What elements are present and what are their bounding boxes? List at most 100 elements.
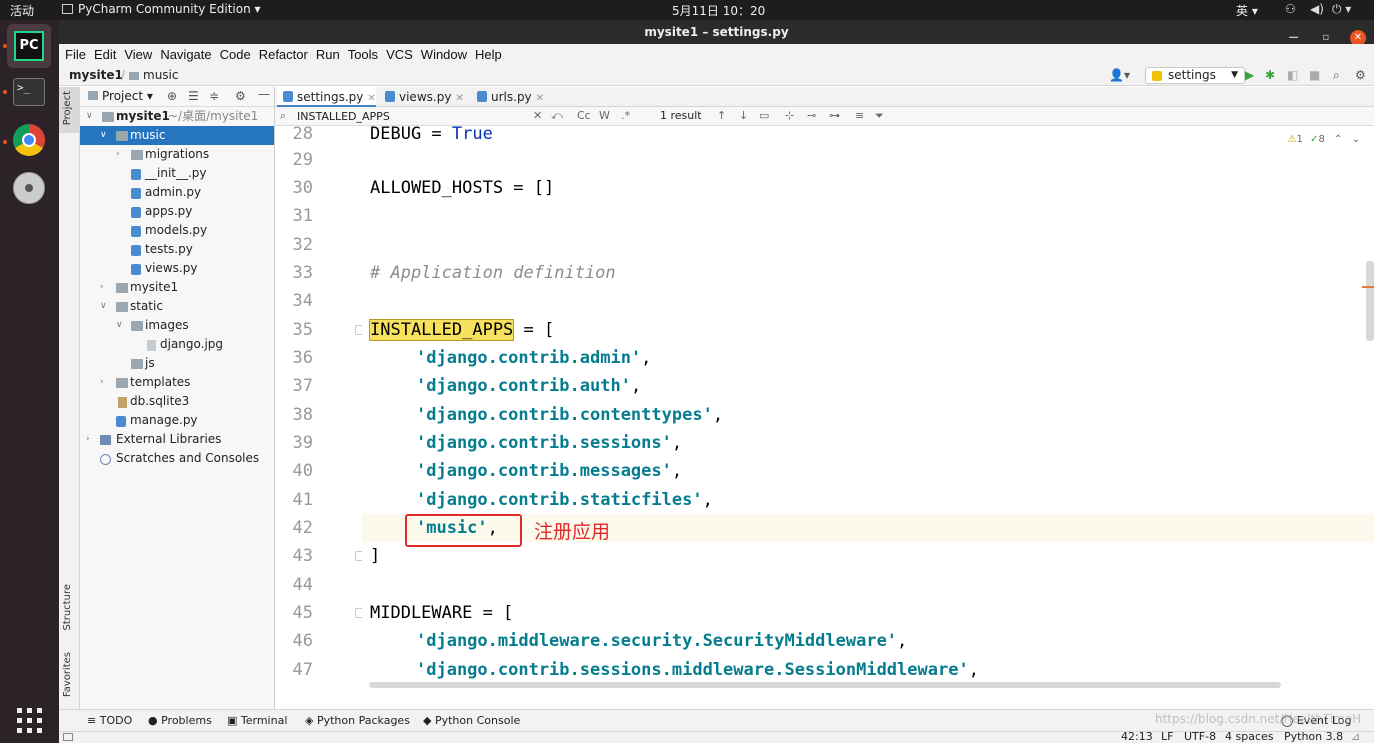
indent-setting[interactable]: 4 spaces <box>1225 730 1274 743</box>
stop-icon[interactable]: ■ <box>1309 68 1320 82</box>
menu-navigate[interactable]: Navigate <box>156 44 215 65</box>
close-tab-icon[interactable]: ✕ <box>367 93 375 104</box>
filter-icon[interactable]: ⏷ <box>875 109 884 123</box>
file-encoding[interactable]: UTF-8 <box>1184 730 1216 743</box>
menu-edit[interactable]: Edit <box>90 44 120 65</box>
tree-item-migrations[interactable]: › migrations <box>80 145 274 164</box>
chevron-down-icon[interactable]: ⌄ <box>1352 134 1360 145</box>
structure-tool-tab[interactable]: Structure <box>62 584 73 631</box>
terminal-dock-icon[interactable]: >_ <box>7 70 51 114</box>
problems-tool-tab[interactable]: ● Problems <box>148 714 212 727</box>
tree-item-tests[interactable]: tests.py <box>80 240 274 259</box>
match-case-toggle[interactable]: Cc <box>577 109 591 122</box>
menu-refactor[interactable]: Refactor <box>255 44 312 65</box>
expand-all-icon[interactable]: ☰ <box>188 89 199 103</box>
toggle-tool-windows-icon[interactable] <box>63 733 73 741</box>
line-separator[interactable]: LF <box>1161 730 1173 743</box>
code-editor[interactable]: DEBUG = True ALLOWED_HOSTS = [] # Applic… <box>362 126 1374 688</box>
folder-icon <box>131 359 143 369</box>
tree-item-js[interactable]: js <box>80 354 274 373</box>
close-tab-icon[interactable]: ✕ <box>455 93 463 104</box>
tree-item-mysite1-pkg[interactable]: › mysite1 <box>80 278 274 297</box>
tree-item-music[interactable]: ∨ music <box>80 126 274 145</box>
input-method[interactable]: 英 ▾ <box>1236 2 1258 19</box>
menu-window[interactable]: Window <box>417 44 471 65</box>
menu-file[interactable]: File <box>61 44 90 65</box>
add-occurrence-icon[interactable]: ⊹ <box>785 109 794 122</box>
tree-item-views[interactable]: views.py <box>80 259 274 278</box>
tab-urls-py[interactable]: urls.py ✕ <box>471 87 551 107</box>
favorites-tool-tab[interactable]: Favorites <box>62 652 73 697</box>
hide-panel-icon[interactable]: — <box>258 87 270 101</box>
volume-icon[interactable]: ◀) <box>1310 2 1324 16</box>
select-all-occurrences-icon[interactable]: ▭ <box>759 109 769 122</box>
tree-item-admin[interactable]: admin.py <box>80 183 274 202</box>
tree-item-mysite1-root[interactable]: ∨ mysite1 ~/桌面/mysite1 <box>80 107 274 126</box>
breadcrumb-folder[interactable]: music <box>143 68 178 82</box>
menu-view[interactable]: View <box>120 44 156 65</box>
tree-item-external-libraries[interactable]: › External Libraries <box>80 430 274 449</box>
select-all-icon[interactable]: ⊶ <box>829 109 840 122</box>
remove-occurrence-icon[interactable]: ⊸ <box>807 109 816 122</box>
pycharm-dock-icon[interactable]: PC <box>7 24 51 68</box>
tree-item-manage[interactable]: manage.py <box>80 411 274 430</box>
run-icon[interactable]: ▶ <box>1245 68 1254 82</box>
run-configuration-select[interactable]: settings ▼ <box>1145 67 1245 84</box>
menu-run[interactable]: Run <box>312 44 344 65</box>
power-icon[interactable]: ⏻ ▾ <box>1332 2 1351 17</box>
tab-settings-py[interactable]: settings.py ✕ <box>277 87 376 107</box>
chrome-dock-icon[interactable] <box>7 118 51 162</box>
tree-item-apps[interactable]: apps.py <box>80 202 274 221</box>
error-stripe-marker[interactable] <box>1362 286 1374 288</box>
previous-occurrence-icon[interactable]: ↑ <box>717 109 726 122</box>
python-interpreter[interactable]: Python 3.8 <box>1284 730 1343 743</box>
clear-search-icon[interactable]: ✕ <box>533 109 542 122</box>
todo-tool-tab[interactable]: ≡ TODO <box>87 714 132 727</box>
new-line-icon[interactable]: ⤺ <box>551 109 563 123</box>
terminal-tool-tab[interactable]: ▣ Terminal <box>227 714 287 727</box>
coverage-icon[interactable]: ◧ <box>1287 68 1298 82</box>
whole-words-toggle[interactable]: W <box>599 109 610 122</box>
tree-item-templates[interactable]: › templates <box>80 373 274 392</box>
tree-item-django-jpg[interactable]: django.jpg <box>80 335 274 354</box>
app-menu[interactable]: PyCharm Community Edition ▾ <box>62 2 261 16</box>
inspection-widget[interactable]: ⚠1 ✓8 ⌃ ⌄ <box>1288 134 1360 145</box>
settings-gear-icon[interactable]: ⚙ <box>1355 68 1366 82</box>
next-occurrence-icon[interactable]: ↓ <box>739 109 748 122</box>
tree-item-scratches[interactable]: Scratches and Consoles <box>80 449 274 468</box>
breadcrumb-project[interactable]: mysite1 <box>69 68 123 82</box>
activities-button[interactable]: 活动 <box>10 2 34 19</box>
project-view-select[interactable]: Project ▾ <box>88 89 153 103</box>
python-console-tool-tab[interactable]: ◆ Python Console <box>423 714 520 727</box>
user-icon[interactable]: 👤▾ <box>1109 68 1130 82</box>
readonly-lock-icon[interactable]: ⊿ <box>1351 730 1360 743</box>
tree-item-db[interactable]: db.sqlite3 <box>80 392 274 411</box>
filter-options-icon[interactable]: ≡ <box>855 109 864 122</box>
caret-position[interactable]: 42:13 <box>1121 730 1153 743</box>
menu-code[interactable]: Code <box>216 44 255 65</box>
vertical-scrollbar[interactable] <box>1366 261 1374 341</box>
tab-views-py[interactable]: views.py ✕ <box>379 87 467 107</box>
tree-item-models[interactable]: models.py <box>80 221 274 240</box>
menu-tools[interactable]: Tools <box>344 44 382 65</box>
network-icon[interactable]: ⚇ <box>1285 2 1296 16</box>
menu-vcs[interactable]: VCS <box>382 44 417 65</box>
project-tool-tab[interactable]: Project <box>62 91 73 125</box>
clock[interactable]: 5月11日 10：20 <box>672 2 765 19</box>
regex-toggle[interactable]: .* <box>621 109 630 122</box>
tree-item-init[interactable]: __init__.py <box>80 164 274 183</box>
collapse-all-icon[interactable]: ≑ <box>209 89 219 103</box>
locate-icon[interactable]: ⊕ <box>167 89 177 103</box>
panel-gear-icon[interactable]: ⚙ <box>235 89 246 103</box>
close-tab-icon[interactable]: ✕ <box>536 93 544 104</box>
menu-help[interactable]: Help <box>471 44 506 65</box>
debug-icon[interactable]: ✱ <box>1265 68 1275 82</box>
search-everywhere-icon[interactable]: ⌕ <box>1333 68 1340 83</box>
dvd-dock-icon[interactable] <box>7 166 51 210</box>
tree-item-static[interactable]: ∨ static <box>80 297 274 316</box>
chevron-up-icon[interactable]: ⌃ <box>1334 134 1342 145</box>
tree-item-images[interactable]: ∨ images <box>80 316 274 335</box>
horizontal-scrollbar[interactable] <box>369 682 1281 688</box>
python-packages-tool-tab[interactable]: ◈ Python Packages <box>305 714 410 727</box>
app-grid-icon[interactable] <box>17 708 43 734</box>
